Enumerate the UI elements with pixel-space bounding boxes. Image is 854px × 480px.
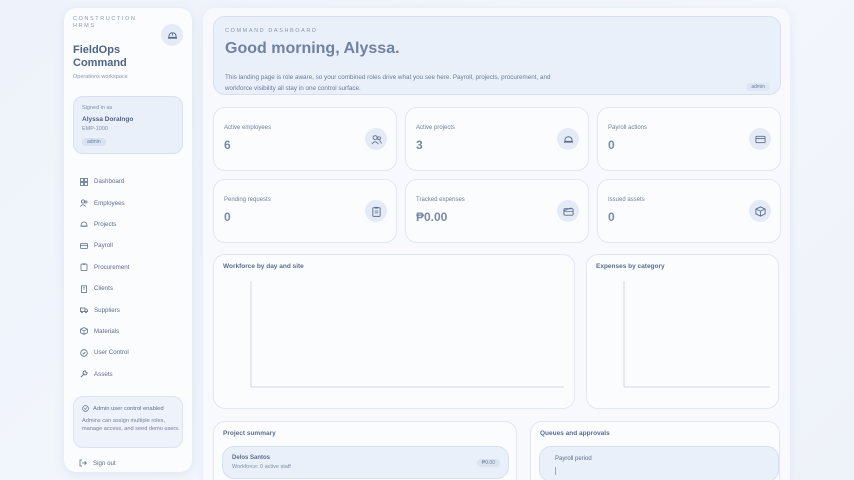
sidebar-item-dashboard[interactable]: Dashboard — [79, 171, 184, 192]
sidebar-item-label: Payroll — [94, 242, 113, 250]
hardhat-icon — [557, 128, 579, 150]
panel-title: Project summary — [223, 430, 276, 437]
expenses-chart-panel: Expenses by category — [586, 254, 779, 409]
stat-card-active-projects: Active projects 3 — [405, 107, 589, 171]
stat-label: Tracked expenses — [416, 197, 465, 203]
user-control-icon — [79, 348, 88, 357]
stat-card-tracked-expenses: Tracked expenses ₱0.00 — [405, 179, 589, 243]
sidebar-nav: Dashboard Employees Projects Payroll Pro… — [79, 171, 184, 385]
sidebar-item-label: Dashboard — [94, 178, 125, 186]
admin-note-text: Admins can assign multiple roles, manage… — [82, 418, 180, 432]
signed-in-label: Signed in as — [82, 105, 113, 111]
user-card: Signed in as Alyssa Doralngo EMP-1000 ad… — [73, 96, 183, 154]
sidebar-item-user-control[interactable]: User Control — [79, 342, 184, 363]
building-icon — [79, 284, 88, 293]
hero-superscript: COMMAND DASHBOARD — [225, 28, 318, 34]
panel-title: Queues and approvals — [540, 430, 610, 437]
sidebar-item-label: Suppliers — [94, 306, 120, 314]
stat-label: Pending requests — [224, 197, 271, 203]
sidebar-item-materials[interactable]: Materials — [79, 321, 184, 342]
project-amount-badge: ₱0.00 — [476, 459, 500, 467]
stat-value: 0 — [224, 210, 231, 224]
sidebar-item-label: Projects — [94, 220, 117, 228]
stat-label: Active projects — [416, 125, 456, 131]
stat-card-payroll-actions: Payroll actions 0 — [597, 107, 781, 171]
stat-value: 3 — [416, 138, 423, 152]
signout-button[interactable]: Sign out — [79, 459, 116, 467]
admin-note: Admin user control enabled Admins can as… — [73, 396, 183, 448]
queue-progress-bar — [555, 467, 556, 475]
stat-card-pending-requests: Pending requests 0 — [213, 179, 397, 243]
employee-id: EMP-1000 — [82, 126, 108, 132]
sidebar-item-payroll[interactable]: Payroll — [79, 235, 184, 256]
hardhat-icon[interactable] — [161, 24, 183, 46]
user-name: Alyssa Doralngo — [82, 116, 134, 123]
queues-panel: Queues and approvals Payroll period — [530, 421, 780, 480]
wallet-icon — [557, 200, 579, 222]
wrench-icon — [79, 370, 88, 379]
admin-note-title: Admin user control enabled — [93, 405, 164, 412]
sidebar-item-label: User Control — [94, 349, 129, 357]
sidebar-item-label: Clients — [94, 285, 113, 293]
sidebar-item-label: Procurement — [94, 263, 130, 271]
users-icon — [79, 199, 88, 208]
project-workforce: Workforce: 0 active staff — [232, 464, 291, 470]
hero-text: This landing page is role aware, so your… — [225, 74, 551, 92]
queue-name: Payroll period — [555, 456, 592, 462]
hardhat-icon — [79, 220, 88, 229]
stat-card-issued-assets: Issued assets 0 — [597, 179, 781, 243]
stat-value: 0 — [608, 210, 615, 224]
stat-value: 0 — [608, 138, 615, 152]
stat-value: ₱0.00 — [416, 210, 448, 224]
main-content: COMMAND DASHBOARD Good morning, Alyssa. … — [203, 8, 790, 480]
project-summary-panel: Project summary Delos Santos Workforce: … — [213, 421, 517, 480]
sidebar-item-label: Employees — [94, 199, 125, 207]
stat-value: 6 — [224, 138, 231, 152]
role-badge: admin — [746, 83, 770, 91]
truck-icon — [79, 306, 88, 315]
workforce-chart-panel: Workforce by day and site — [213, 254, 575, 409]
expenses-chart — [623, 281, 770, 388]
workforce-chart — [250, 281, 564, 388]
clipboard-icon — [365, 200, 387, 222]
card-icon — [749, 128, 771, 150]
card-icon — [79, 241, 88, 250]
sidebar-item-projects[interactable]: Projects — [79, 214, 184, 235]
sidebar-item-label: Assets — [94, 370, 113, 378]
list-item[interactable]: Payroll period — [539, 446, 779, 480]
project-name: Delos Santos — [232, 455, 271, 461]
sidebar-item-assets[interactable]: Assets — [79, 364, 184, 385]
sidebar-item-employees[interactable]: Employees — [79, 192, 184, 213]
signout-label: Sign out — [93, 459, 116, 467]
stat-label: Active employees — [224, 125, 272, 131]
sidebar-item-procurement[interactable]: Procurement — [79, 257, 184, 278]
box-icon — [79, 327, 88, 336]
brand-superscript: CONSTRUCTION HRMS — [73, 16, 137, 29]
shield-icon — [82, 405, 89, 412]
stat-label: Payroll actions — [608, 125, 648, 131]
role-badge: admin — [82, 138, 106, 146]
sidebar-item-clients[interactable]: Clients — [79, 278, 184, 299]
clipboard-icon — [79, 263, 88, 272]
signout-icon — [79, 459, 87, 467]
dashboard-icon — [79, 177, 88, 186]
hero-banner: COMMAND DASHBOARD Good morning, Alyssa. … — [213, 16, 781, 95]
sidebar-item-suppliers[interactable]: Suppliers — [79, 299, 184, 320]
brand-subtitle: Operations workspace — [73, 74, 128, 80]
stat-card-active-employees: Active employees 6 — [213, 107, 397, 171]
list-item[interactable]: Delos Santos Workforce: 0 active staff ₱… — [222, 446, 509, 479]
page-title: Good morning, Alyssa. — [225, 40, 400, 57]
box-icon — [749, 200, 771, 222]
sidebar-item-label: Materials — [94, 327, 120, 335]
sidebar: CONSTRUCTION HRMS FieldOps Command Opera… — [64, 8, 192, 472]
stat-label: Issued assets — [608, 197, 645, 203]
brand-title: FieldOps Command — [73, 44, 127, 69]
users-icon — [365, 128, 387, 150]
